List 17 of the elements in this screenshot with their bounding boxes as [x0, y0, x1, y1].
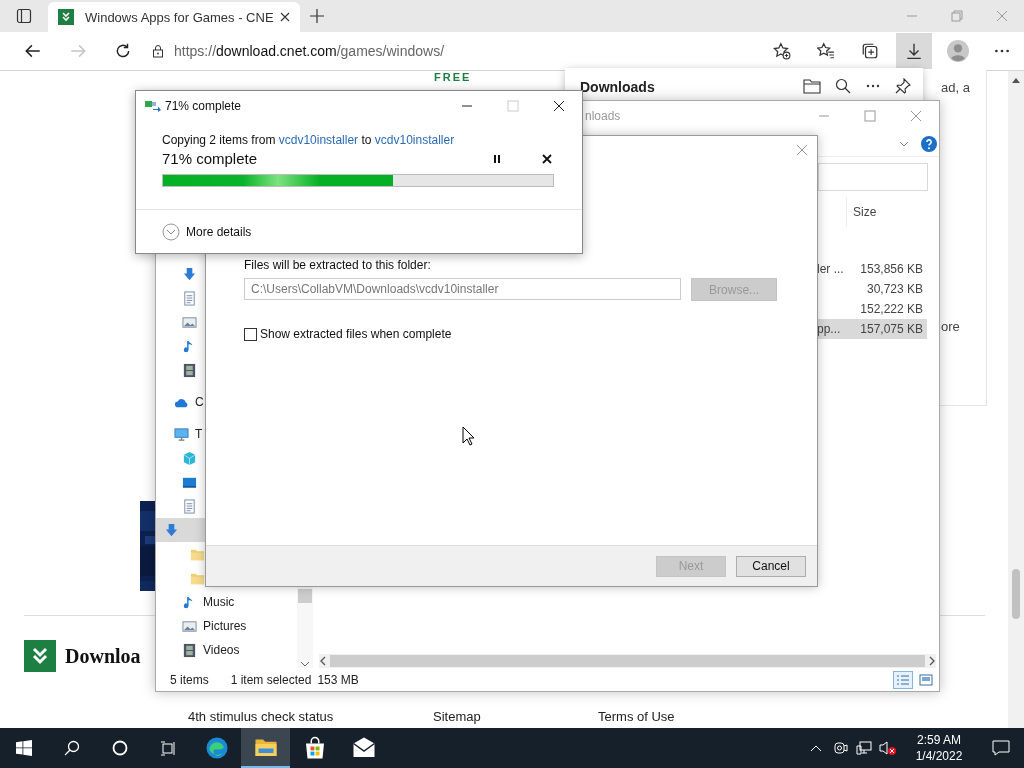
status-text: 153 MB [317, 672, 359, 687]
panel-title: Downloads [580, 79, 655, 95]
file-name: ler ... [817, 262, 844, 276]
status-text: 1 item selected [230, 672, 312, 687]
status-text: 5 items [170, 672, 209, 687]
body-text: ad, a [941, 80, 970, 95]
window-title: 71% complete [165, 99, 242, 113]
file-size: 152,222 KB [859, 302, 924, 316]
file-size: 157,075 KB [859, 322, 924, 336]
progress-heading: 71% complete [162, 150, 258, 167]
field-label: Files will be extracted to this folder: [244, 258, 432, 272]
copy-status-text: Copying 2 items from vcdv10installer to vcdv10installer [162, 133, 456, 147]
file-name: pp... [817, 322, 841, 336]
body-text: ore [941, 319, 960, 334]
window-title: nloads [585, 109, 621, 123]
file-size: 153,856 KB [859, 262, 924, 276]
free-label: FREE [434, 71, 472, 83]
